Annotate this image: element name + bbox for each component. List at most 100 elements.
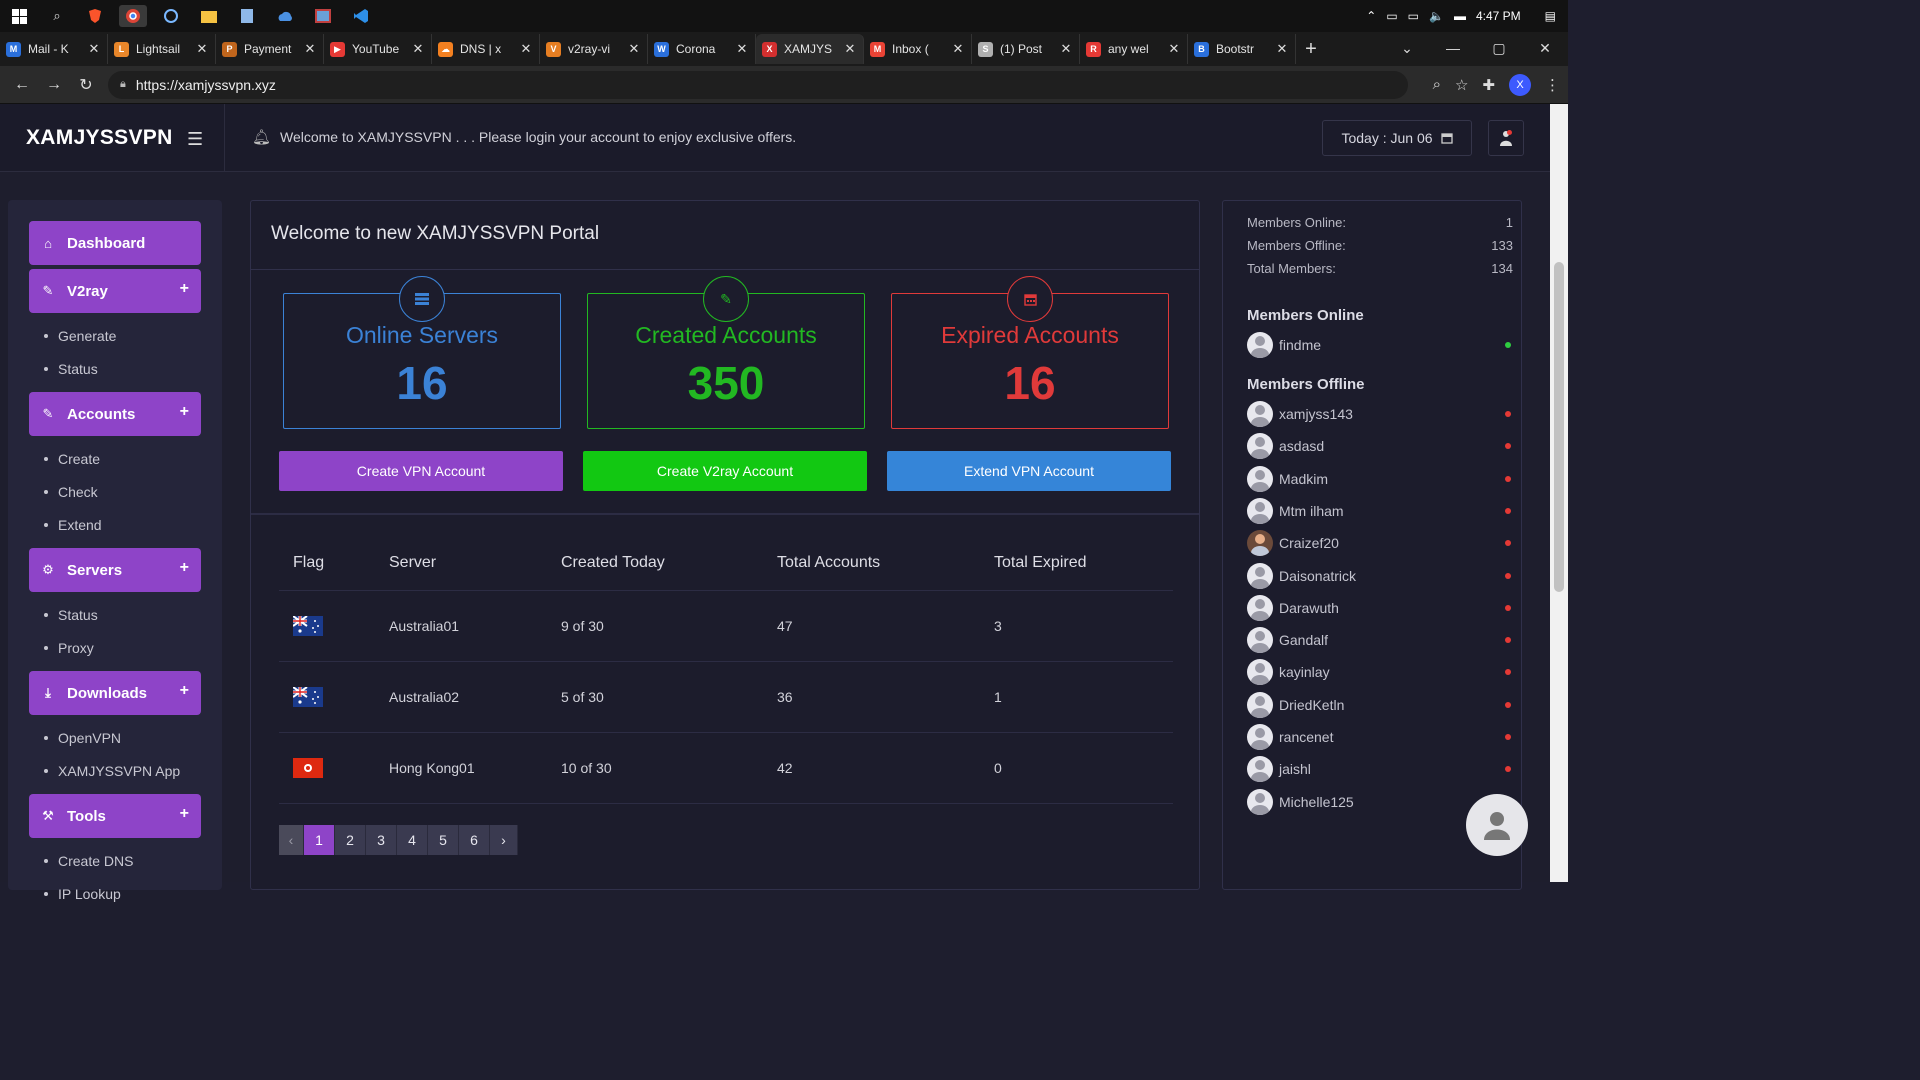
notification-icon[interactable]: ▤ bbox=[1545, 9, 1556, 23]
vscode-icon[interactable] bbox=[347, 5, 375, 27]
expand-plus-icon[interactable]: + bbox=[180, 559, 189, 577]
notepad-icon[interactable] bbox=[233, 5, 261, 27]
page-scrollbar[interactable] bbox=[1550, 104, 1568, 882]
member-list-item[interactable]: jaishl bbox=[1247, 755, 1511, 783]
display-icon[interactable]: ▭ bbox=[1408, 9, 1419, 23]
tab-search-icon[interactable]: ⌄ bbox=[1384, 40, 1430, 57]
browser-tab[interactable]: M Inbox (✕ bbox=[864, 34, 972, 64]
pagination-page[interactable]: 5 bbox=[428, 825, 459, 855]
browser-tab[interactable]: X XAMJYS ✕ bbox=[756, 34, 864, 64]
cloud-icon[interactable] bbox=[271, 5, 299, 27]
tab-close-icon[interactable]: ✕ bbox=[87, 41, 101, 57]
scrollbar-thumb[interactable] bbox=[1554, 262, 1564, 592]
sidebar-subitem[interactable]: Generate bbox=[44, 328, 116, 344]
browser-tab[interactable]: W Corona ✕ bbox=[648, 34, 756, 64]
column-header-total-accounts[interactable]: Total Accounts bbox=[777, 535, 880, 590]
tab-close-icon[interactable]: ✕ bbox=[195, 41, 209, 57]
member-list-item[interactable]: findme bbox=[1247, 331, 1511, 359]
chrome-icon[interactable] bbox=[119, 5, 147, 27]
pagination-page[interactable]: 1 bbox=[304, 825, 335, 855]
expand-plus-icon[interactable]: + bbox=[180, 682, 189, 700]
expand-plus-icon[interactable]: + bbox=[180, 805, 189, 823]
sidebar-subitem[interactable]: Status bbox=[44, 361, 98, 377]
search-icon[interactable]: ⌕ bbox=[43, 5, 71, 27]
sidebar-item-dashboard[interactable]: ⌂ Dashboard bbox=[29, 221, 201, 265]
member-list-item[interactable]: asdasd bbox=[1247, 432, 1511, 460]
create-vpn-account-button[interactable]: Create VPN Account bbox=[279, 451, 563, 491]
profile-avatar[interactable]: X bbox=[1509, 73, 1531, 96]
address-bar[interactable]: 🔒︎ https://xamjyssvpn.xyz bbox=[108, 70, 1408, 99]
browser-tab[interactable]: M Mail - K ✕ bbox=[0, 34, 108, 64]
member-list-item[interactable]: Darawuth bbox=[1247, 594, 1511, 622]
today-date-button[interactable]: Today : Jun 06 bbox=[1322, 120, 1472, 156]
browser-tab[interactable]: P Payment ✕ bbox=[216, 34, 324, 64]
close-window-icon[interactable]: ✕ bbox=[1522, 40, 1568, 57]
member-list-item[interactable]: Daisonatrick bbox=[1247, 562, 1511, 590]
maximize-icon[interactable]: ▢ bbox=[1476, 40, 1522, 57]
lock-icon[interactable]: 🔒︎ bbox=[120, 78, 126, 91]
sidebar-item-accounts[interactable]: ✎ Accounts + bbox=[29, 392, 201, 436]
sidebar-subitem[interactable]: Proxy bbox=[44, 640, 94, 656]
create-v2ray-account-button[interactable]: Create V2ray Account bbox=[583, 451, 867, 491]
member-list-item[interactable]: kayinlay bbox=[1247, 658, 1511, 686]
pagination-page[interactable]: 3 bbox=[366, 825, 397, 855]
reload-icon[interactable]: ↻ bbox=[70, 75, 102, 95]
member-list-item[interactable]: xamjyss143 bbox=[1247, 400, 1511, 428]
battery-icon[interactable]: ▬ bbox=[1454, 9, 1466, 23]
sidebar-subitem[interactable]: XAMJYSSVPN App bbox=[44, 763, 180, 779]
windows-start-icon[interactable] bbox=[5, 5, 33, 27]
tab-close-icon[interactable]: ✕ bbox=[1167, 41, 1181, 57]
network-icon[interactable]: ▭ bbox=[1386, 9, 1397, 23]
sidebar-subitem[interactable]: Create bbox=[44, 451, 100, 467]
hamburger-menu-icon[interactable]: ☰ bbox=[187, 129, 203, 150]
pagination-next[interactable]: › bbox=[490, 825, 518, 855]
bookmark-star-icon[interactable]: ☆ bbox=[1455, 76, 1468, 94]
volume-icon[interactable]: 🔈 bbox=[1429, 9, 1444, 23]
sidebar-item-v2ray[interactable]: ✎ V2ray + bbox=[29, 269, 201, 313]
pagination-page[interactable]: 4 bbox=[397, 825, 428, 855]
member-list-item[interactable]: Mtm ilham bbox=[1247, 497, 1511, 525]
member-list-item[interactable]: DriedKetln bbox=[1247, 691, 1511, 719]
forward-icon[interactable]: → bbox=[38, 76, 70, 94]
photos-icon[interactable] bbox=[309, 5, 337, 27]
sidebar-subitem[interactable]: Extend bbox=[44, 517, 102, 533]
column-header-flag[interactable]: Flag bbox=[293, 535, 324, 590]
browser-tab[interactable]: S (1) Post ✕ bbox=[972, 34, 1080, 64]
member-list-item[interactable]: rancenet bbox=[1247, 723, 1511, 751]
column-header-server[interactable]: Server bbox=[389, 535, 436, 590]
tab-close-icon[interactable]: ✕ bbox=[1275, 41, 1289, 57]
member-list-item[interactable]: Craizef20 bbox=[1247, 529, 1511, 557]
sidebar-subitem[interactable]: Check bbox=[44, 484, 98, 500]
chat-avatar-button[interactable] bbox=[1466, 794, 1528, 856]
zoom-icon[interactable]: ⌕ bbox=[1433, 76, 1441, 93]
column-header-total-expired[interactable]: Total Expired bbox=[994, 535, 1087, 590]
sidebar-subitem[interactable]: OpenVPN bbox=[44, 730, 121, 746]
member-list-item[interactable]: Gandalf bbox=[1247, 626, 1511, 654]
pagination-page[interactable]: 6 bbox=[459, 825, 490, 855]
browser-tab[interactable]: ☁ DNS | x ✕ bbox=[432, 34, 540, 64]
site-logo[interactable]: XAMJYSSVPN bbox=[26, 126, 173, 150]
sidebar-subitem[interactable]: IP Lookup bbox=[44, 886, 121, 902]
expand-plus-icon[interactable]: + bbox=[180, 403, 189, 421]
minimize-icon[interactable]: — bbox=[1430, 40, 1476, 56]
file-explorer-icon[interactable] bbox=[195, 5, 223, 27]
tab-close-icon[interactable]: ✕ bbox=[843, 41, 857, 57]
sidebar-subitem[interactable]: Create DNS bbox=[44, 853, 133, 869]
tab-close-icon[interactable]: ✕ bbox=[411, 41, 425, 57]
back-icon[interactable]: ← bbox=[6, 76, 38, 94]
sidebar-item-servers[interactable]: ⚙ Servers + bbox=[29, 548, 201, 592]
tab-close-icon[interactable]: ✕ bbox=[303, 41, 317, 57]
bell-icon[interactable]: 🔔︎ bbox=[252, 128, 271, 146]
brave-icon[interactable] bbox=[81, 5, 109, 27]
chevron-up-icon[interactable]: ⌃ bbox=[1366, 9, 1376, 23]
tab-close-icon[interactable]: ✕ bbox=[735, 41, 749, 57]
browser-tab[interactable]: L Lightsail ✕ bbox=[108, 34, 216, 64]
column-header-created-today[interactable]: Created Today bbox=[561, 535, 665, 590]
clock[interactable]: 4:47 PM bbox=[1476, 9, 1521, 23]
tab-close-icon[interactable]: ✕ bbox=[951, 41, 965, 57]
sidebar-item-downloads[interactable]: ⤓ Downloads + bbox=[29, 671, 201, 715]
menu-kebab-icon[interactable]: ⋮ bbox=[1545, 76, 1560, 94]
tab-close-icon[interactable]: ✕ bbox=[1059, 41, 1073, 57]
browser-tab[interactable]: ▶ YouTube ✕ bbox=[324, 34, 432, 64]
member-list-item[interactable]: Madkim bbox=[1247, 465, 1511, 493]
